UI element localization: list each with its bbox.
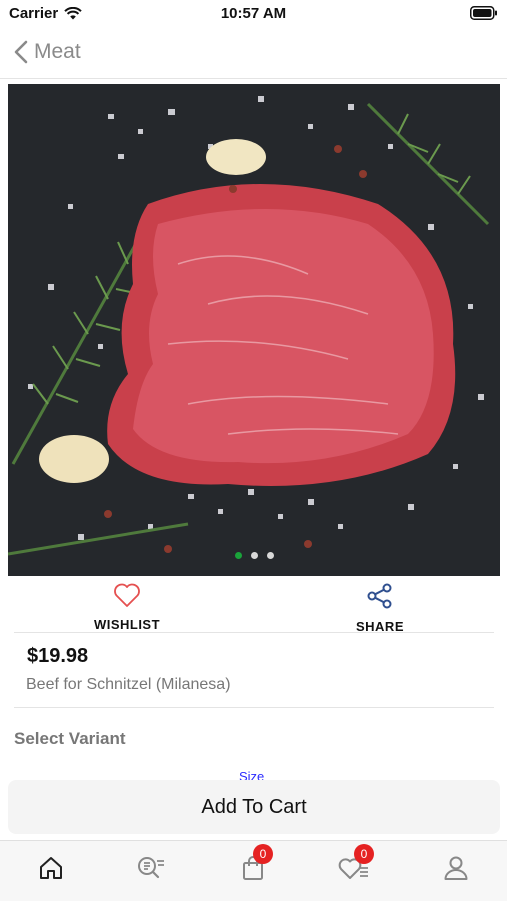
- share-button[interactable]: SHARE: [310, 582, 450, 634]
- cart-badge: 0: [253, 844, 273, 864]
- search-list-icon: [138, 857, 164, 879]
- heart-icon: [114, 583, 140, 607]
- back-button[interactable]: Meat: [14, 40, 81, 64]
- tab-search[interactable]: [131, 855, 171, 887]
- carousel-dot[interactable]: [250, 552, 258, 559]
- select-variant-title: Select Variant: [14, 729, 126, 748]
- tab-home[interactable]: [31, 855, 71, 887]
- chevron-left-icon: [14, 40, 28, 64]
- add-to-cart-button[interactable]: Add To Cart: [8, 780, 500, 834]
- home-icon: [40, 857, 62, 879]
- share-icon: [367, 583, 392, 609]
- carousel-dot[interactable]: [234, 552, 242, 559]
- battery-icon: [470, 6, 497, 20]
- wishlist-label: WISHLIST: [93, 617, 161, 632]
- nav-bar: Meat: [0, 30, 507, 79]
- wishlist-button[interactable]: WISHLIST: [57, 582, 197, 632]
- back-label: Meat: [34, 40, 81, 63]
- product-image-carousel[interactable]: [8, 84, 500, 576]
- divider: [14, 632, 494, 633]
- action-row: WISHLIST SHARE: [0, 578, 507, 634]
- status-bar: Carrier 10:57 AM: [0, 0, 507, 28]
- product-name: Beef for Schnitzel (Milanesa): [26, 676, 231, 693]
- carousel-dot[interactable]: [266, 552, 274, 559]
- wishlist-badge: 0: [354, 844, 374, 864]
- tab-bar: 0 0: [0, 840, 507, 901]
- divider: [14, 707, 494, 708]
- tab-cart[interactable]: 0: [233, 844, 273, 887]
- product-price: $19.98: [27, 645, 89, 667]
- steak-image: [8, 84, 500, 576]
- tab-wishlist[interactable]: 0: [334, 844, 374, 887]
- tab-profile[interactable]: [436, 855, 476, 887]
- clock: 10:57 AM: [220, 5, 287, 22]
- user-icon: [444, 856, 468, 880]
- carousel-dots: [8, 552, 500, 559]
